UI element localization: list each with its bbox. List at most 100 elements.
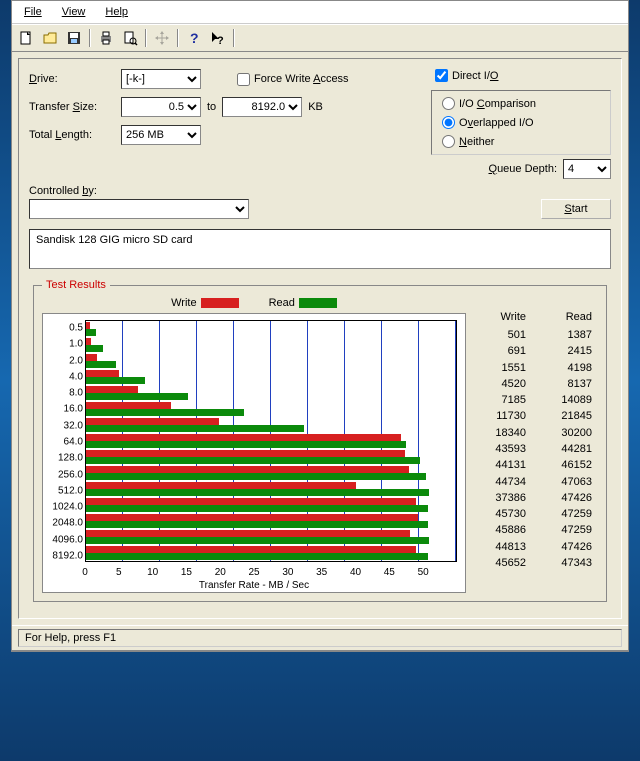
- bar-pair: [86, 497, 456, 513]
- x-tick-label: 50: [406, 567, 440, 578]
- app-window: File View Help ? ? Drive: [-k-]: [11, 0, 629, 652]
- print-icon[interactable]: [94, 27, 118, 49]
- x-tick-label: 30: [271, 567, 305, 578]
- force-write-checkbox[interactable]: [237, 73, 250, 86]
- transfer-from-select[interactable]: 0.5: [121, 97, 201, 117]
- value-rows: 5011387691241515514198452081377185140891…: [466, 327, 598, 571]
- value-row: 4565247343: [466, 557, 598, 569]
- value-row: 4573047259: [466, 508, 598, 520]
- bar-pair: [86, 449, 456, 465]
- toolbar: ? ?: [12, 24, 628, 52]
- queue-depth-select[interactable]: 4: [563, 159, 611, 179]
- value-row: 4473447063: [466, 476, 598, 488]
- move-icon[interactable]: [150, 27, 174, 49]
- total-length-select[interactable]: 256 MB: [121, 125, 201, 145]
- value-row: 45208137: [466, 378, 598, 390]
- statusbar: For Help, press F1: [12, 625, 628, 651]
- y-tick-label: 1.0: [43, 339, 83, 350]
- x-tick-label: 5: [102, 567, 136, 578]
- value-row: 4413146152: [466, 459, 598, 471]
- status-text: For Help, press F1: [18, 629, 622, 647]
- transfer-to-select[interactable]: 8192.0: [222, 97, 302, 117]
- transfer-units-label: KB: [308, 101, 323, 113]
- bar-pair: [86, 529, 456, 545]
- bar-pair: [86, 481, 456, 497]
- y-tick-label: 2048.0: [43, 518, 83, 529]
- value-row: 1834030200: [466, 427, 598, 439]
- read-swatch-icon: [299, 298, 337, 308]
- total-length-label: Total Length:: [29, 129, 115, 141]
- svg-text:?: ?: [190, 30, 199, 46]
- x-tick-label: 45: [372, 567, 406, 578]
- bar-pair: [86, 321, 456, 337]
- y-tick-label: 1024.0: [43, 502, 83, 513]
- start-button[interactable]: Start: [541, 199, 611, 219]
- value-row: 6912415: [466, 345, 598, 357]
- x-tick-label: 35: [305, 567, 339, 578]
- bar-pair: [86, 401, 456, 417]
- controlled-by-select[interactable]: [29, 199, 249, 219]
- queue-depth-label: Queue Depth:: [489, 163, 558, 175]
- value-row: 5011387: [466, 329, 598, 341]
- value-row: 718514089: [466, 394, 598, 406]
- results-chart: 05101520253035404550 Transfer Rate - MB …: [42, 313, 466, 593]
- results-frame: Test Results Write Read 0510152025303540…: [33, 279, 607, 602]
- y-tick-label: 0.5: [43, 323, 83, 334]
- value-row: 4359344281: [466, 443, 598, 455]
- drive-label: Drive:: [29, 73, 115, 85]
- x-tick-label: 10: [136, 567, 170, 578]
- to-label: to: [207, 101, 216, 113]
- y-tick-label: 16.0: [43, 404, 83, 415]
- menu-file[interactable]: File: [14, 3, 52, 21]
- results-title: Test Results: [42, 279, 110, 291]
- force-write-label: Force Write Access: [254, 73, 349, 85]
- y-tick-label: 32.0: [43, 420, 83, 431]
- value-header: Write Read: [466, 311, 598, 323]
- x-axis-title: Transfer Rate - MB / Sec: [43, 580, 465, 591]
- direct-io-checkbox[interactable]: [435, 69, 448, 82]
- y-tick-label: 8.0: [43, 388, 83, 399]
- x-tick-label: 15: [170, 567, 204, 578]
- bar-pair: [86, 465, 456, 481]
- neither-radio[interactable]: [442, 135, 455, 148]
- y-tick-label: 512.0: [43, 485, 83, 496]
- transfer-size-label: Transfer Size:: [29, 101, 115, 113]
- x-tick-label: 25: [237, 567, 271, 578]
- value-row: 4481347426: [466, 541, 598, 553]
- print-preview-icon[interactable]: [118, 27, 142, 49]
- open-folder-icon[interactable]: [38, 27, 62, 49]
- bar-pair: [86, 545, 456, 561]
- overlapped-io-radio[interactable]: [442, 116, 455, 129]
- menu-help[interactable]: Help: [95, 3, 138, 21]
- y-tick-label: 128.0: [43, 453, 83, 464]
- chart-legend: Write Read: [42, 297, 466, 309]
- bar-pair: [86, 513, 456, 529]
- y-tick-label: 64.0: [43, 437, 83, 448]
- description-textbox[interactable]: Sandisk 128 GIG micro SD card: [29, 229, 611, 269]
- io-comparison-radio[interactable]: [442, 97, 455, 110]
- bar-pair: [86, 353, 456, 369]
- menubar: File View Help: [12, 1, 628, 24]
- drive-select[interactable]: [-k-]: [121, 69, 201, 89]
- help-icon[interactable]: ?: [182, 27, 206, 49]
- x-tick-label: 0: [68, 567, 102, 578]
- bar-pair: [86, 433, 456, 449]
- options-panel: Drive: [-k-] Force Write Access Transfer…: [18, 58, 622, 619]
- write-swatch-icon: [201, 298, 239, 308]
- new-file-icon[interactable]: [14, 27, 38, 49]
- bar-pair: [86, 417, 456, 433]
- y-tick-label: 2.0: [43, 355, 83, 366]
- bar-pair: [86, 385, 456, 401]
- bar-pair: [86, 337, 456, 353]
- direct-io-label: Direct I/O: [452, 70, 498, 82]
- value-row: 3738647426: [466, 492, 598, 504]
- y-tick-label: 4096.0: [43, 534, 83, 545]
- value-row: 4588647259: [466, 524, 598, 536]
- whats-this-icon[interactable]: ?: [206, 27, 230, 49]
- controlled-by-label: Controlled by:: [29, 185, 611, 197]
- io-mode-group: I/O Comparison Overlapped I/O Neither: [431, 90, 611, 155]
- menu-view[interactable]: View: [52, 3, 96, 21]
- y-tick-label: 8192.0: [43, 550, 83, 561]
- save-icon[interactable]: [62, 27, 86, 49]
- bar-pair: [86, 369, 456, 385]
